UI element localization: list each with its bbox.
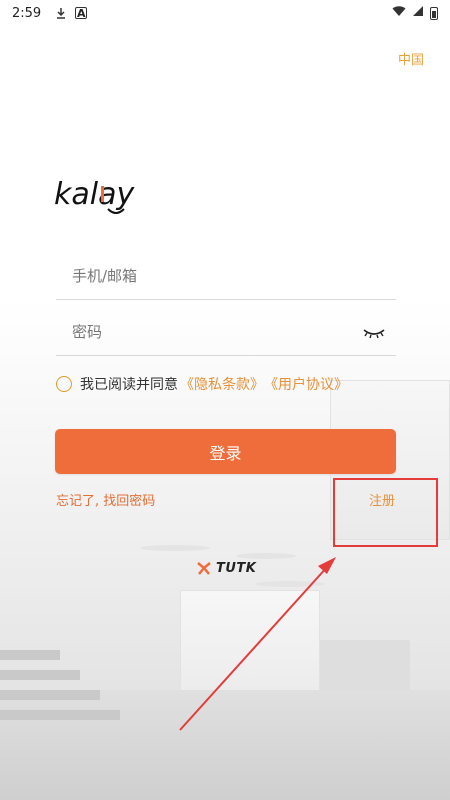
- account-input[interactable]: [56, 266, 396, 285]
- privacy-link[interactable]: 《隐私条款》: [180, 374, 264, 394]
- agree-radio[interactable]: [56, 376, 72, 392]
- eye-closed-icon[interactable]: [362, 324, 386, 340]
- login-button[interactable]: 登录: [55, 429, 396, 474]
- password-field: [56, 308, 396, 356]
- battery-icon: [430, 6, 438, 20]
- agree-text: 我已阅读并同意: [80, 377, 178, 393]
- region-selector[interactable]: 中国: [398, 49, 424, 68]
- svg-text:kalay: kalay: [54, 177, 135, 212]
- forgot-password-link[interactable]: 忘记了, 找回密码: [56, 490, 155, 509]
- account-field: [56, 252, 396, 300]
- highlight-box: [333, 478, 438, 547]
- status-time: 2:59: [12, 5, 42, 21]
- download-icon: [55, 7, 67, 19]
- kalay-logo: kalay: [54, 177, 135, 214]
- wifi-icon: [392, 5, 406, 21]
- password-input[interactable]: [56, 322, 362, 341]
- a-box-icon: A: [75, 6, 88, 20]
- background-scene: [0, 0, 450, 800]
- user-agreement-link[interactable]: 《用户协议》: [264, 374, 348, 394]
- tutk-logo-icon: [197, 562, 211, 575]
- status-bar: 2:59 A: [0, 0, 450, 26]
- agreement-row: 我已阅读并同意 《隐私条款》 《用户协议》: [56, 374, 348, 394]
- signal-icon: [412, 5, 424, 21]
- tutk-wordmark: TUTK: [216, 560, 257, 576]
- tutk-brand: TUTK: [196, 560, 256, 576]
